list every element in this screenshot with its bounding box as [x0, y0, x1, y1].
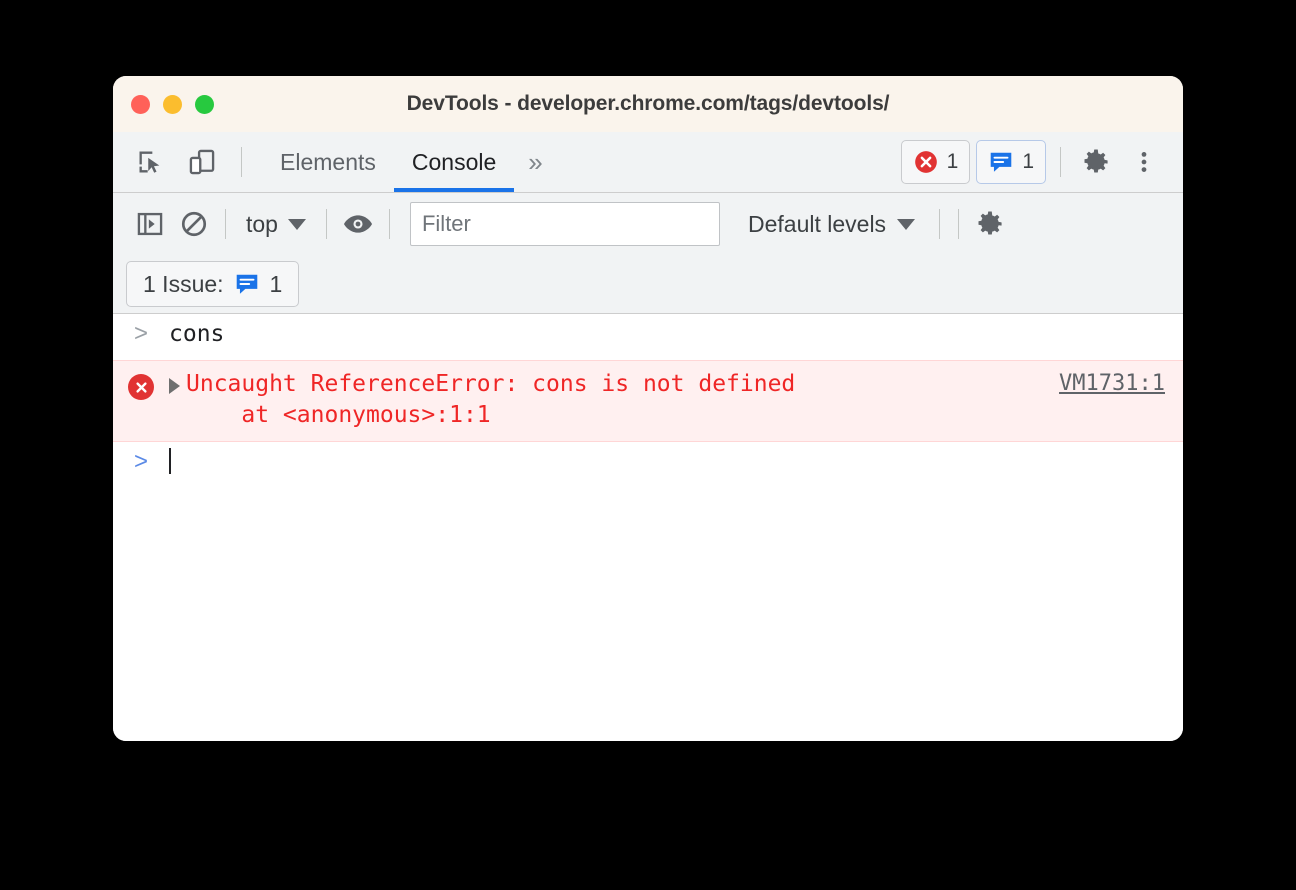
gear-icon — [978, 211, 1002, 235]
toolbar-divider-right — [1060, 147, 1061, 177]
maximize-window-button[interactable] — [195, 94, 214, 114]
live-expression-button[interactable] — [337, 203, 379, 245]
close-window-button[interactable] — [131, 94, 150, 114]
console-error-body: Uncaught ReferenceError: cons is not def… — [169, 369, 1183, 431]
window-title: DevTools - developer.chrome.com/tags/dev… — [406, 92, 890, 115]
devtools-tabbar: Elements Console » 1 1 — [113, 132, 1183, 193]
clear-console-icon — [181, 211, 207, 237]
console-error-message: Uncaught ReferenceError: cons is not def… — [186, 371, 796, 428]
console-input-row: > cons — [113, 314, 1183, 360]
tab-elements[interactable]: Elements — [262, 132, 394, 192]
console-filter-input[interactable]: Filter — [409, 202, 720, 246]
issue-icon — [991, 152, 1012, 172]
console-prompt-row[interactable]: > — [113, 442, 1183, 488]
console-toolbar-divider-5 — [958, 209, 960, 239]
console-sidebar-icon — [137, 212, 163, 236]
issues-count-value: 1 — [1022, 150, 1034, 173]
issues-summary-count: 1 — [269, 270, 283, 297]
console-toolbar-divider-4 — [939, 209, 941, 239]
prompt-chevron-icon: > — [133, 447, 148, 475]
error-count-button[interactable]: 1 — [900, 140, 971, 184]
console-settings-button[interactable] — [969, 203, 1011, 245]
tab-console[interactable]: Console — [393, 132, 515, 192]
issue-icon — [236, 274, 257, 294]
log-levels-selector[interactable]: Default levels — [734, 204, 929, 244]
inspect-element-button[interactable] — [129, 141, 171, 183]
error-x-glyph — [135, 381, 147, 393]
eye-icon — [343, 215, 372, 233]
tab-elements-label: Elements — [280, 148, 376, 175]
console-row-gutter: > — [113, 320, 169, 346]
console-input-text: cons — [169, 321, 225, 347]
device-toolbar-icon — [189, 149, 215, 175]
issues-count-button[interactable]: 1 — [976, 140, 1046, 184]
chevron-down-icon — [287, 218, 306, 230]
issues-summary-label: 1 Issue: — [143, 270, 224, 297]
console-prompt-input[interactable] — [169, 447, 171, 477]
devtools-window: DevTools - developer.chrome.com/tags/dev… — [113, 76, 1183, 741]
tab-console-label: Console — [411, 148, 497, 175]
device-toolbar-button[interactable] — [181, 141, 223, 183]
console-toolbar-divider-2 — [325, 209, 327, 239]
text-cursor — [169, 447, 171, 474]
minimize-window-button[interactable] — [163, 94, 182, 114]
console-sidebar-toggle-button[interactable] — [129, 203, 171, 245]
more-options-button[interactable] — [1123, 141, 1165, 183]
console-toolbar: top Filter Default levels — [113, 193, 1183, 255]
issues-summary-button[interactable]: 1 Issue: 1 — [126, 261, 300, 307]
traffic-light-buttons — [113, 94, 214, 114]
kebab-menu-icon — [1141, 152, 1147, 172]
error-count-value: 1 — [946, 150, 959, 173]
more-tabs-button[interactable]: » — [514, 132, 556, 192]
console-error-row[interactable]: Uncaught ReferenceError: cons is not def… — [113, 360, 1183, 442]
gear-icon — [1084, 149, 1108, 173]
javascript-context-selector[interactable]: top — [236, 204, 316, 244]
clear-console-button[interactable] — [173, 203, 215, 245]
console-prompt-gutter: > — [113, 448, 169, 474]
prompt-chevron-icon: > — [133, 320, 148, 347]
error-circle-icon — [128, 374, 154, 400]
console-toolbar-divider-1 — [225, 209, 226, 239]
toolbar-divider — [241, 147, 242, 177]
console-toolbar-divider-3 — [388, 209, 390, 239]
chevron-down-icon — [897, 218, 916, 230]
window-titlebar: DevTools - developer.chrome.com/tags/dev… — [113, 76, 1183, 132]
console-message-list[interactable]: > cons Uncaught ReferenceError: cons is … — [113, 314, 1183, 741]
console-filter-placeholder: Filter — [421, 211, 471, 236]
inspect-element-icon — [139, 151, 160, 173]
console-error-source-link[interactable]: VM1731:1 — [1059, 371, 1165, 396]
expand-stacktrace-icon[interactable] — [169, 378, 180, 394]
issues-bar: 1 Issue: 1 — [113, 255, 1183, 314]
devtools-settings-button[interactable] — [1075, 141, 1117, 183]
log-levels-label: Default levels — [747, 210, 887, 237]
error-circle-icon — [914, 151, 937, 173]
context-selector-label: top — [246, 210, 278, 237]
panel-tabs: Elements Console » — [262, 132, 557, 192]
console-error-gutter — [113, 369, 169, 400]
